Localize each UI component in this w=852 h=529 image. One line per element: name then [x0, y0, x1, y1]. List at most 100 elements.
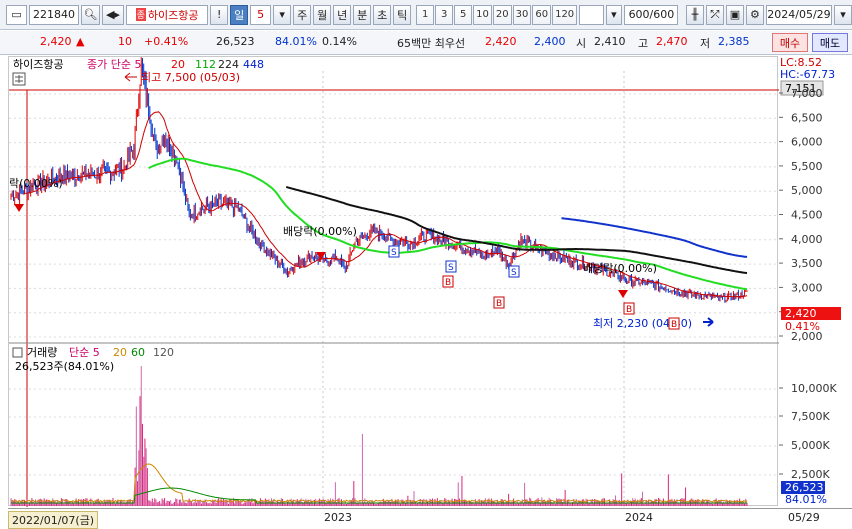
speaker-icon[interactable]: ◀▸ [101, 4, 124, 25]
ask-price: 2,420 [485, 35, 517, 48]
period-minute-button[interactable]: 분 [353, 4, 372, 25]
interval-button-60[interactable]: 60 [532, 4, 552, 25]
price-tick-label: 3,500 [791, 257, 823, 270]
dividend-arrow-icon-1 [14, 204, 24, 212]
price-panel-legend: 하이즈항공 종가 단순 5 20 112 224 448 [13, 57, 264, 71]
interval-custom-field[interactable] [579, 4, 604, 25]
price-axis-ticks: 7,000 6,500 6,000 5,500 5,000 4,500 4,000 3,500… [779, 87, 823, 343]
change-value: 10 [118, 35, 132, 48]
stock-code-input[interactable]: 221840 [28, 4, 79, 25]
ma-legend-20: 20 [171, 58, 185, 71]
volume-bars [10, 366, 748, 506]
trade-volume: 26,523 [216, 35, 255, 48]
price-tick-label: 4,500 [791, 209, 823, 222]
interval-button-1[interactable]: 1 [416, 4, 435, 25]
interval-button-30[interactable]: 30 [512, 4, 532, 25]
price-tick-label: 5,500 [791, 160, 823, 173]
price-tick-label: 5,000 [791, 184, 823, 197]
settings-icon[interactable]: ⚙ [745, 4, 764, 25]
buy-button[interactable]: 매수 [772, 33, 808, 52]
chart-canvas[interactable]: 하이즈항공 종가 단순 5 20 112 224 448 최고 7,500 (0… [9, 57, 779, 507]
save-icon[interactable]: ▣ [725, 4, 744, 25]
high-annotation: 최고 7,500 (05/03) [141, 71, 240, 84]
interval-button-3[interactable]: 3 [435, 4, 454, 25]
period-week-button[interactable]: 주 [293, 4, 312, 25]
alert-button[interactable]: ! [210, 4, 229, 25]
quote-bar: 2,420 ▲ 10 +0.41% 26,523 84.01% 0.14% 65… [0, 31, 852, 55]
drawing-tools-icon[interactable]: ⤱ [705, 4, 724, 25]
change-percent: +0.41% [144, 35, 189, 48]
toolbar: ▭ 221840 🔍︎ ◀▸ 종 하이즈항공 ! 일 5 ▾ 주 월 년 분 초… [0, 0, 852, 30]
interval-button-5[interactable]: 5 [454, 4, 473, 25]
current-price: 2,420 [40, 35, 72, 48]
interval-dropdown-icon[interactable]: ▾ [605, 4, 622, 25]
period-year-button[interactable]: 년 [333, 4, 352, 25]
hc-label: HC:-67.73 [780, 68, 835, 81]
buy-signal-icon: B [626, 305, 632, 315]
low-price: 2,385 [718, 35, 750, 48]
ma-legend-448: 448 [243, 58, 264, 71]
price-tick-label: 6,000 [791, 136, 823, 149]
sell-button[interactable]: 매도 [812, 33, 848, 52]
volume-text: 26,523주(84.01%) [15, 360, 114, 373]
stock-name-field[interactable]: 종 하이즈항공 [125, 4, 209, 25]
candle-type-icon[interactable]: ╫ [685, 4, 704, 25]
interval-button-120[interactable]: 120 [552, 4, 578, 25]
period-dropdown-icon[interactable]: ▾ [273, 4, 292, 25]
x-label-2024: 2024 [625, 511, 653, 524]
volume-ratio: 84.01% [275, 35, 317, 48]
volume-axis-ticks: 10,000K 7,500K 5,000K 2,500K [779, 382, 837, 481]
high-price: 2,470 [656, 35, 688, 48]
volume-tick-label: 10,000K [791, 382, 837, 395]
ma-legend-224: 224 [218, 58, 239, 71]
search-icon[interactable]: 🔍︎ [80, 4, 100, 25]
end-date-label: 05/29 [788, 511, 820, 524]
volume-tick-label: 2,500K [791, 468, 830, 481]
interval-button-10[interactable]: 10 [473, 4, 492, 25]
best-quote-label: 65백만 최우선 [397, 37, 466, 50]
volume-legend-main: 단순 5 [69, 346, 100, 359]
turnover-rate: 0.14% [322, 35, 357, 48]
volume-legend-60: 60 [131, 346, 145, 359]
price-tick-label: 4,000 [791, 233, 823, 246]
dividend-annotation-2: 배당락(0.00%) [283, 225, 357, 238]
ratio-box-text: 84.01% [785, 493, 827, 506]
low-label: 저 [700, 37, 711, 50]
volume-panel-legend: 거래량 단순 5 20 60 120 26,523주(84.01%) [12, 346, 174, 373]
dividend-annotation-3: 배당락(0.00%) [583, 262, 657, 275]
panel-title: 하이즈항공 [13, 57, 64, 71]
interval-buttons: 1 3 5 10 20 30 60 120 [416, 4, 578, 25]
period-day-button[interactable]: 일 [230, 4, 249, 25]
period-second-button[interactable]: 초 [373, 4, 392, 25]
stock-badge-icon: 종 [135, 8, 146, 21]
price-tick-label: 6,500 [791, 111, 823, 124]
left-dividend-annotation: 락(0.00%) [9, 177, 63, 190]
x-label-2023: 2023 [324, 511, 352, 524]
buy-signal-icon: B [671, 320, 677, 330]
calendar-dropdown-icon[interactable]: ▾ [833, 4, 852, 25]
interval-button-20[interactable]: 20 [492, 4, 512, 25]
volume-ma-line [10, 463, 748, 503]
volume-title: 거래량 [27, 346, 57, 359]
period-tick-button[interactable]: 틱 [393, 4, 412, 25]
ma-line-448 [561, 217, 748, 258]
price-tick-label: 3,000 [791, 281, 823, 294]
period-month-button[interactable]: 월 [313, 4, 332, 25]
stock-name-label: 하이즈항공 [147, 8, 199, 22]
x-axis: 2022/01/07(금) 2023 2024 05/29 [8, 508, 852, 529]
high-arrow-icon [124, 72, 137, 82]
date-field[interactable]: 2024/05/29 [765, 4, 832, 25]
buy-signal-icon: B [445, 278, 451, 288]
period-value-select[interactable]: 5 [250, 4, 272, 25]
volume-tick-label: 7,500K [791, 410, 830, 423]
volume-legend-120: 120 [153, 346, 174, 359]
open-label: 시 [576, 37, 587, 50]
chart-area[interactable]: 하이즈항공 종가 단순 5 20 112 224 448 최고 7,500 (0… [8, 56, 779, 507]
price-box-text: 2,420 [785, 307, 817, 320]
dividend-arrow-icon-3 [618, 290, 628, 298]
window-icon[interactable]: ▭ [6, 4, 27, 25]
ma-legend-112: 112 [195, 58, 216, 71]
high-label: 고 [638, 37, 649, 50]
data-count-field[interactable]: 600/600 [623, 4, 679, 25]
change-box-text: 0.41% [785, 320, 820, 333]
